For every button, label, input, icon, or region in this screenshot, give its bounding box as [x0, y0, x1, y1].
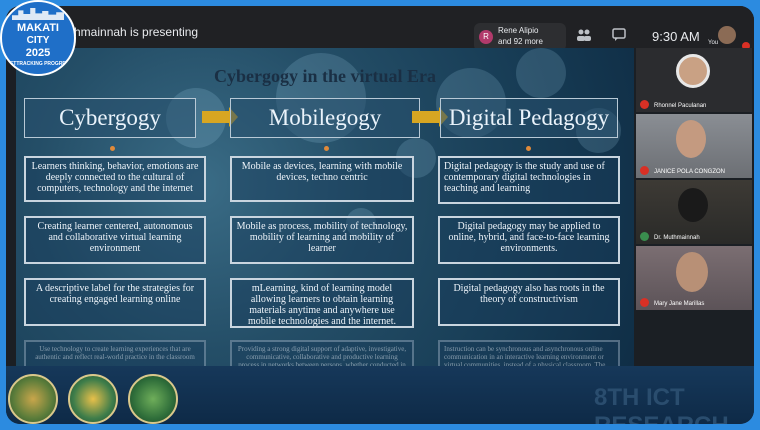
- bullet-dot: [324, 146, 329, 151]
- participant-name: Mary Jane Marillas: [654, 301, 705, 307]
- cybergogy-box-2: Creating learner centered, autonomous an…: [24, 216, 206, 264]
- institution-seal-logo: [8, 374, 58, 424]
- institution-seal-logo: [128, 374, 178, 424]
- shared-slide: Cybergogy in the virtual Era Cybergogy M…: [16, 48, 634, 388]
- conference-logo: 8TH ICT RESEARCH: [594, 384, 729, 424]
- mic-off-icon: [640, 166, 649, 175]
- video-feed: [676, 252, 708, 292]
- mic-off-icon: [640, 100, 649, 109]
- participant-name: Rene Alipio: [498, 26, 539, 35]
- presenting-status: uthmainnah is presenting: [64, 25, 199, 39]
- participant-name: JANICE POLA CONGZON: [654, 169, 726, 175]
- slide-title: Cybergogy in the virtual Era: [214, 66, 436, 86]
- participant-tile[interactable]: JANICE POLA CONGZON: [636, 114, 752, 178]
- heading-cybergogy: Cybergogy: [24, 98, 196, 138]
- bullet-dot: [526, 146, 531, 151]
- participant-avatar: R: [479, 30, 493, 44]
- institution-seal-logo: [68, 374, 118, 424]
- mic-off-icon: [640, 298, 649, 307]
- self-label: You: [708, 40, 719, 46]
- participant-tile[interactable]: Mary Jane Marillas: [636, 246, 752, 310]
- meeting-top-bar: uthmainnah is presenting R Rene Alipio a…: [6, 6, 754, 51]
- heading-mobilegogy: Mobilegogy: [230, 98, 420, 138]
- digital-pedagogy-box-1: Digital pedagogy is the study and use of…: [438, 156, 620, 204]
- video-feed: [678, 188, 708, 222]
- mobilegogy-box-3: mLearning, kind of learning model allowi…: [230, 278, 414, 328]
- participant-count: and 92 more: [498, 37, 543, 46]
- participant-name: Dr. Muthmainnah: [654, 235, 700, 241]
- digital-pedagogy-box-2: Digital pedagogy may be applied to onlin…: [438, 216, 620, 264]
- participant-tile[interactable]: Rhonnel Paculanan: [636, 48, 752, 112]
- meeting-window: uthmainnah is presenting R Rene Alipio a…: [6, 6, 754, 424]
- participants-pill[interactable]: R Rene Alipio and 92 more: [474, 23, 566, 51]
- people-icon[interactable]: [575, 28, 593, 44]
- arrow-right-icon: [202, 107, 238, 127]
- heading-digital-pedagogy: Digital Pedagogy: [440, 98, 618, 138]
- mobilegogy-box-1: Mobile as devices, learning with mobile …: [230, 156, 414, 202]
- mobilegogy-box-2: Mobile as process, mobility of technolog…: [230, 216, 414, 264]
- digital-pedagogy-box-3: Digital pedagogy also has roots in the t…: [438, 278, 620, 326]
- skyline-icon: [12, 8, 64, 20]
- avatar: [676, 54, 710, 88]
- self-avatar[interactable]: [718, 26, 736, 44]
- clock: 9:30 AM: [652, 29, 700, 44]
- participant-name: Rhonnel Paculanan: [654, 103, 707, 109]
- arrow-right-icon: [412, 107, 448, 127]
- cybergogy-box-1: Learners thinking, behavior, emotions ar…: [24, 156, 206, 202]
- video-feed: [676, 120, 706, 158]
- bullet-dot: [110, 146, 115, 151]
- cybergogy-box-3: A descriptive label for the strategies f…: [24, 278, 206, 326]
- makati-city-logo: MAKATI CITY 2025 FASTTRACKING PROGRESS: [0, 0, 76, 76]
- participant-tile[interactable]: Dr. Muthmainnah: [636, 180, 752, 244]
- mic-on-icon: [640, 232, 649, 241]
- chat-icon[interactable]: [610, 28, 628, 44]
